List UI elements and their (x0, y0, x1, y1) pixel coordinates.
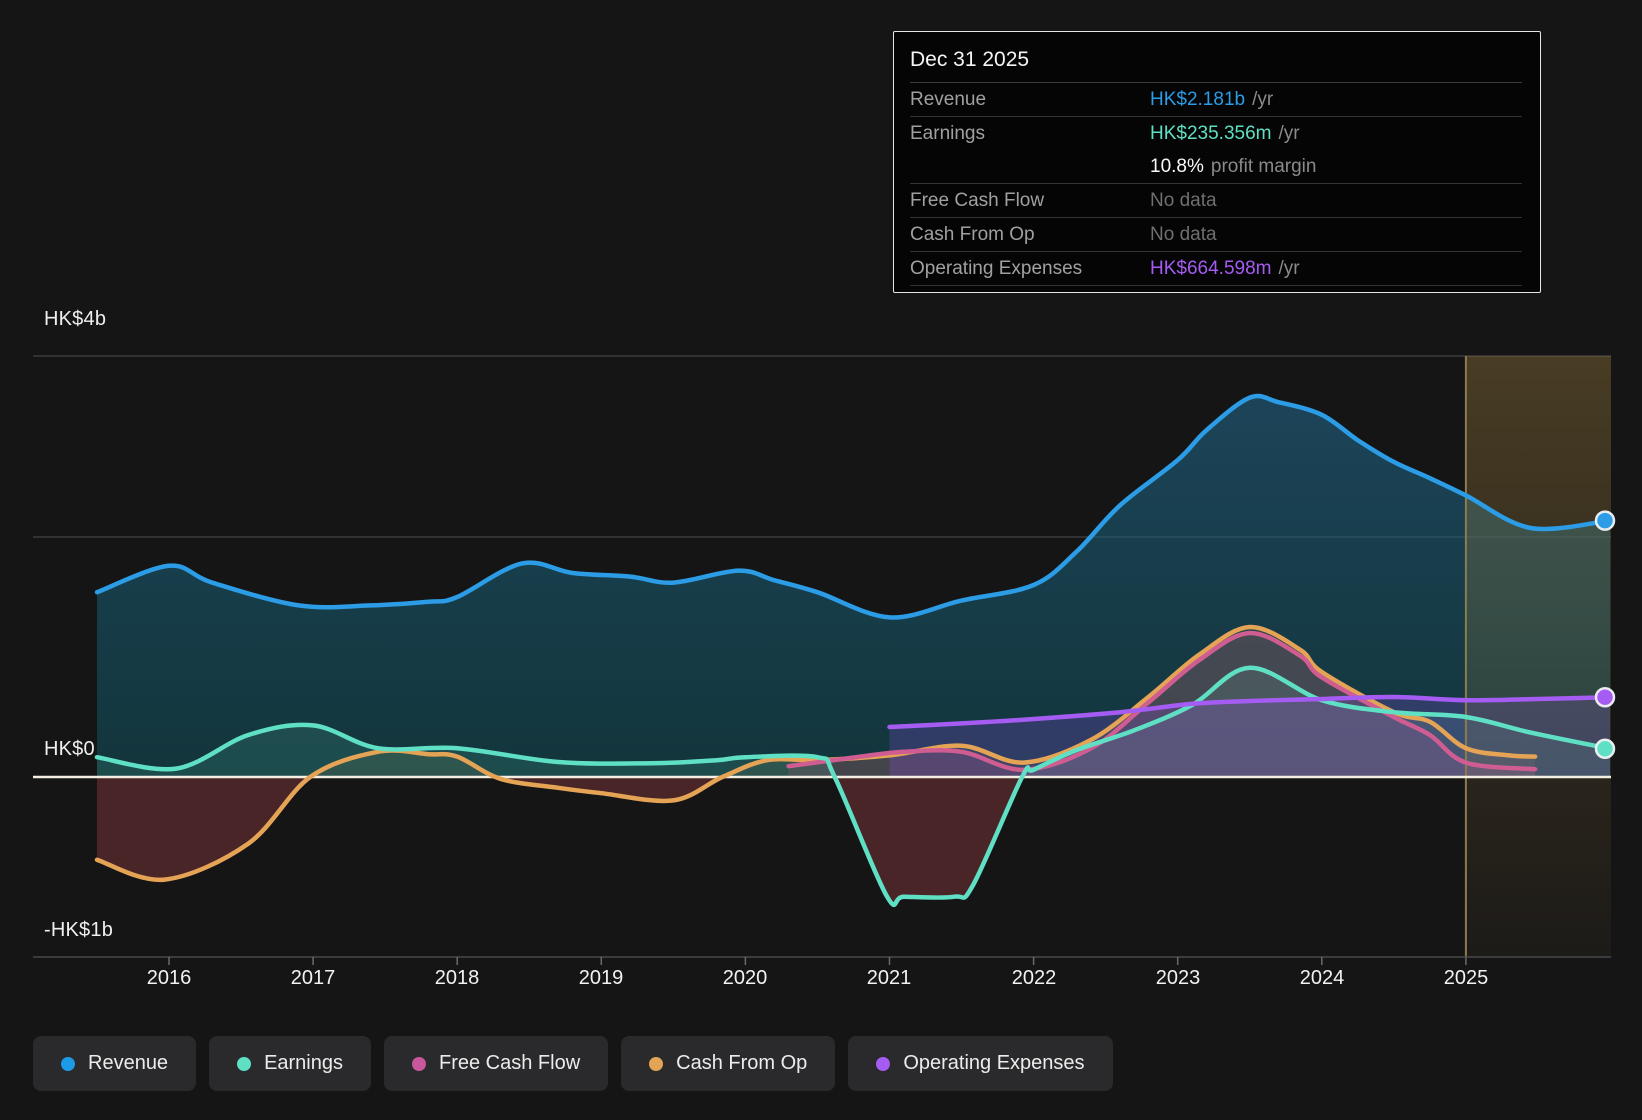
tooltip-cashop-value: No data (1150, 224, 1217, 246)
cash-from-op-dot-icon (649, 1057, 663, 1071)
tooltip-margin-suffix: profit margin (1211, 156, 1317, 178)
tooltip-row-opex: Operating Expenses HK$664.598m/yr (910, 252, 1522, 286)
earnings-dot-icon (237, 1057, 251, 1071)
legend-revenue-label: Revenue (88, 1052, 168, 1075)
tooltip-row-fcf: Free Cash Flow No data (910, 184, 1522, 218)
free-cash-flow-dot-icon (412, 1057, 426, 1071)
tooltip-row-earnings: Earnings HK$235.356m/yr (910, 117, 1522, 150)
x-axis-label-2025: 2025 (1444, 967, 1489, 990)
tooltip-row-cashop: Cash From Op No data (910, 218, 1522, 252)
tooltip-revenue-label: Revenue (910, 89, 1150, 111)
tooltip-fcf-label: Free Cash Flow (910, 190, 1150, 212)
tooltip-fcf-value: No data (1150, 190, 1217, 212)
y-axis-label-neg1b: -HK$1b (44, 919, 113, 942)
tooltip-opex-value: HK$664.598m (1150, 258, 1271, 280)
tooltip-margin-value: 10.8% (1150, 156, 1204, 178)
tooltip-date: Dec 31 2025 (910, 44, 1522, 83)
tooltip-revenue-value: HK$2.181b (1150, 89, 1245, 111)
x-axis-label-2019: 2019 (579, 967, 624, 990)
chart-page: HK$4b HK$0 -HK$1b 2016 2017 2018 2019 20… (0, 0, 1642, 1120)
tooltip-earnings-value: HK$235.356m (1150, 123, 1271, 145)
operating-expenses-dot-icon (876, 1057, 890, 1071)
legend-fcf-label: Free Cash Flow (439, 1052, 580, 1075)
tooltip-row-profit-margin: 10.8% profit margin (910, 150, 1522, 184)
tooltip-opex-label: Operating Expenses (910, 258, 1150, 280)
legend-cashop-label: Cash From Op (676, 1052, 807, 1075)
legend-opex-label: Operating Expenses (903, 1052, 1084, 1075)
tooltip-opex-suffix: /yr (1278, 258, 1299, 280)
tooltip-cashop-label: Cash From Op (910, 224, 1150, 246)
x-axis-label-2020: 2020 (723, 967, 768, 990)
x-axis-label-2016: 2016 (147, 967, 192, 990)
tooltip-row-revenue: Revenue HK$2.181b/yr (910, 83, 1522, 117)
tooltip-earnings-suffix: /yr (1278, 123, 1299, 145)
chart-legend: Revenue Earnings Free Cash Flow Cash Fro… (33, 1036, 1113, 1091)
legend-item-free-cash-flow[interactable]: Free Cash Flow (384, 1036, 608, 1091)
y-axis-label-4b: HK$4b (44, 308, 106, 331)
tooltip-earnings-label: Earnings (910, 123, 1150, 145)
legend-item-operating-expenses[interactable]: Operating Expenses (848, 1036, 1112, 1091)
hover-tooltip: Dec 31 2025 Revenue HK$2.181b/yr Earning… (893, 31, 1541, 293)
legend-item-earnings[interactable]: Earnings (209, 1036, 371, 1091)
legend-earnings-label: Earnings (264, 1052, 343, 1075)
legend-item-cash-from-op[interactable]: Cash From Op (621, 1036, 835, 1091)
x-axis-label-2023: 2023 (1156, 967, 1201, 990)
legend-item-revenue[interactable]: Revenue (33, 1036, 196, 1091)
x-axis-label-2022: 2022 (1012, 967, 1057, 990)
x-axis-label-2021: 2021 (867, 967, 912, 990)
x-axis-label-2017: 2017 (291, 967, 336, 990)
tooltip-revenue-suffix: /yr (1252, 89, 1273, 111)
revenue-dot-icon (61, 1057, 75, 1071)
y-axis-label-0: HK$0 (44, 738, 95, 761)
x-axis-label-2024: 2024 (1300, 967, 1345, 990)
x-axis-label-2018: 2018 (435, 967, 480, 990)
